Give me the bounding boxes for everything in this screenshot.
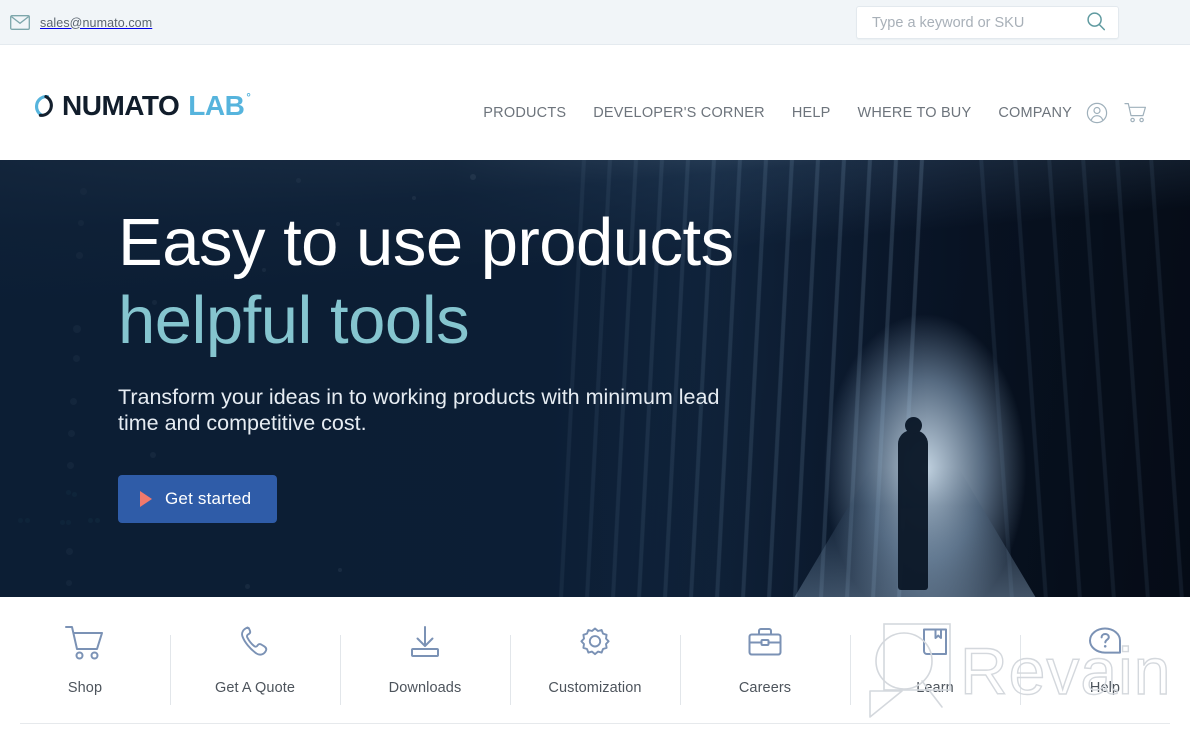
quicklink-customization[interactable]: Customization <box>510 597 680 723</box>
header-icon-group <box>1086 102 1148 129</box>
envelope-icon <box>10 15 30 30</box>
get-started-button[interactable]: Get started <box>118 475 278 524</box>
quicklink-label: Get A Quote <box>214 680 296 696</box>
search-button[interactable] <box>1074 7 1118 38</box>
quick-links-bar: Shop Get A Quote Downloads Customization… <box>0 597 1190 723</box>
hero-subheading: Transform your ideas in to working produ… <box>118 384 720 435</box>
book-icon <box>914 624 956 667</box>
gear-icon <box>574 624 616 667</box>
search-input[interactable] <box>857 7 1074 38</box>
quicklink-label: Help <box>1089 680 1121 696</box>
logo-suffix: LAB <box>188 90 245 121</box>
download-icon <box>404 624 446 667</box>
hero-heading-line2: helpful tools <box>118 283 470 359</box>
briefcase-icon <box>744 624 786 667</box>
search-icon <box>1086 11 1106 34</box>
hero-content: Easy to use products helpful tools Trans… <box>118 205 818 524</box>
quicklink-downloads[interactable]: Downloads <box>340 597 510 723</box>
nav-item-products[interactable]: PRODUCTS <box>483 105 566 121</box>
email-address: sales@numato.com <box>40 15 153 30</box>
play-triangle-icon <box>140 491 152 508</box>
numato-swirl-icon <box>33 94 55 118</box>
hero-heading-line1: Easy to use products <box>118 205 734 280</box>
hero-banner: Easy to use products helpful tools Trans… <box>0 160 1190 597</box>
quicklink-label: Learn <box>916 680 954 696</box>
account-icon[interactable] <box>1086 102 1108 129</box>
cart-icon <box>64 624 106 667</box>
nav-item-where-to-buy[interactable]: WHERE TO BUY <box>858 105 972 121</box>
quicklink-label: Downloads <box>388 680 462 696</box>
search-box[interactable] <box>856 6 1119 39</box>
nav-item-developers-corner[interactable]: DEVELOPER'S CORNER <box>593 105 765 121</box>
quicklink-get-a-quote[interactable]: Get A Quote <box>170 597 340 723</box>
cart-icon[interactable] <box>1124 102 1148 129</box>
get-started-label: Get started <box>165 489 252 509</box>
quicklink-shop[interactable]: Shop <box>0 597 170 723</box>
logo-name: NUMATO <box>62 90 180 121</box>
logo-registered-mark: ° <box>246 92 251 104</box>
quicklink-label: Customization <box>548 680 642 696</box>
nav-item-company[interactable]: COMPANY <box>998 105 1072 121</box>
site-logo[interactable]: NUMATO LAB ° <box>33 90 251 121</box>
question-bubble-icon <box>1084 624 1126 667</box>
primary-nav: PRODUCTS DEVELOPER'S CORNER HELP WHERE T… <box>483 105 1072 121</box>
quicklink-label: Careers <box>738 680 792 696</box>
quicklink-help[interactable]: Help <box>1020 597 1190 723</box>
quicklink-careers[interactable]: Careers <box>680 597 850 723</box>
quicklink-learn[interactable]: Learn <box>850 597 1020 723</box>
page-root: sales@numato.com Type a keyword or SKU N… <box>0 0 1190 753</box>
logo-wordmark: NUMATO LAB ° <box>62 90 251 121</box>
email-link[interactable]: sales@numato.com <box>10 0 152 45</box>
section-divider <box>20 723 1170 724</box>
main-header: NUMATO LAB ° PRODUCTS DEVELOPER'S CORNER… <box>0 45 1190 160</box>
top-utility-bar: sales@numato.com <box>0 0 1190 45</box>
quicklink-label: Shop <box>67 680 103 696</box>
phone-icon <box>234 624 276 667</box>
nav-item-help[interactable]: HELP <box>792 105 831 121</box>
